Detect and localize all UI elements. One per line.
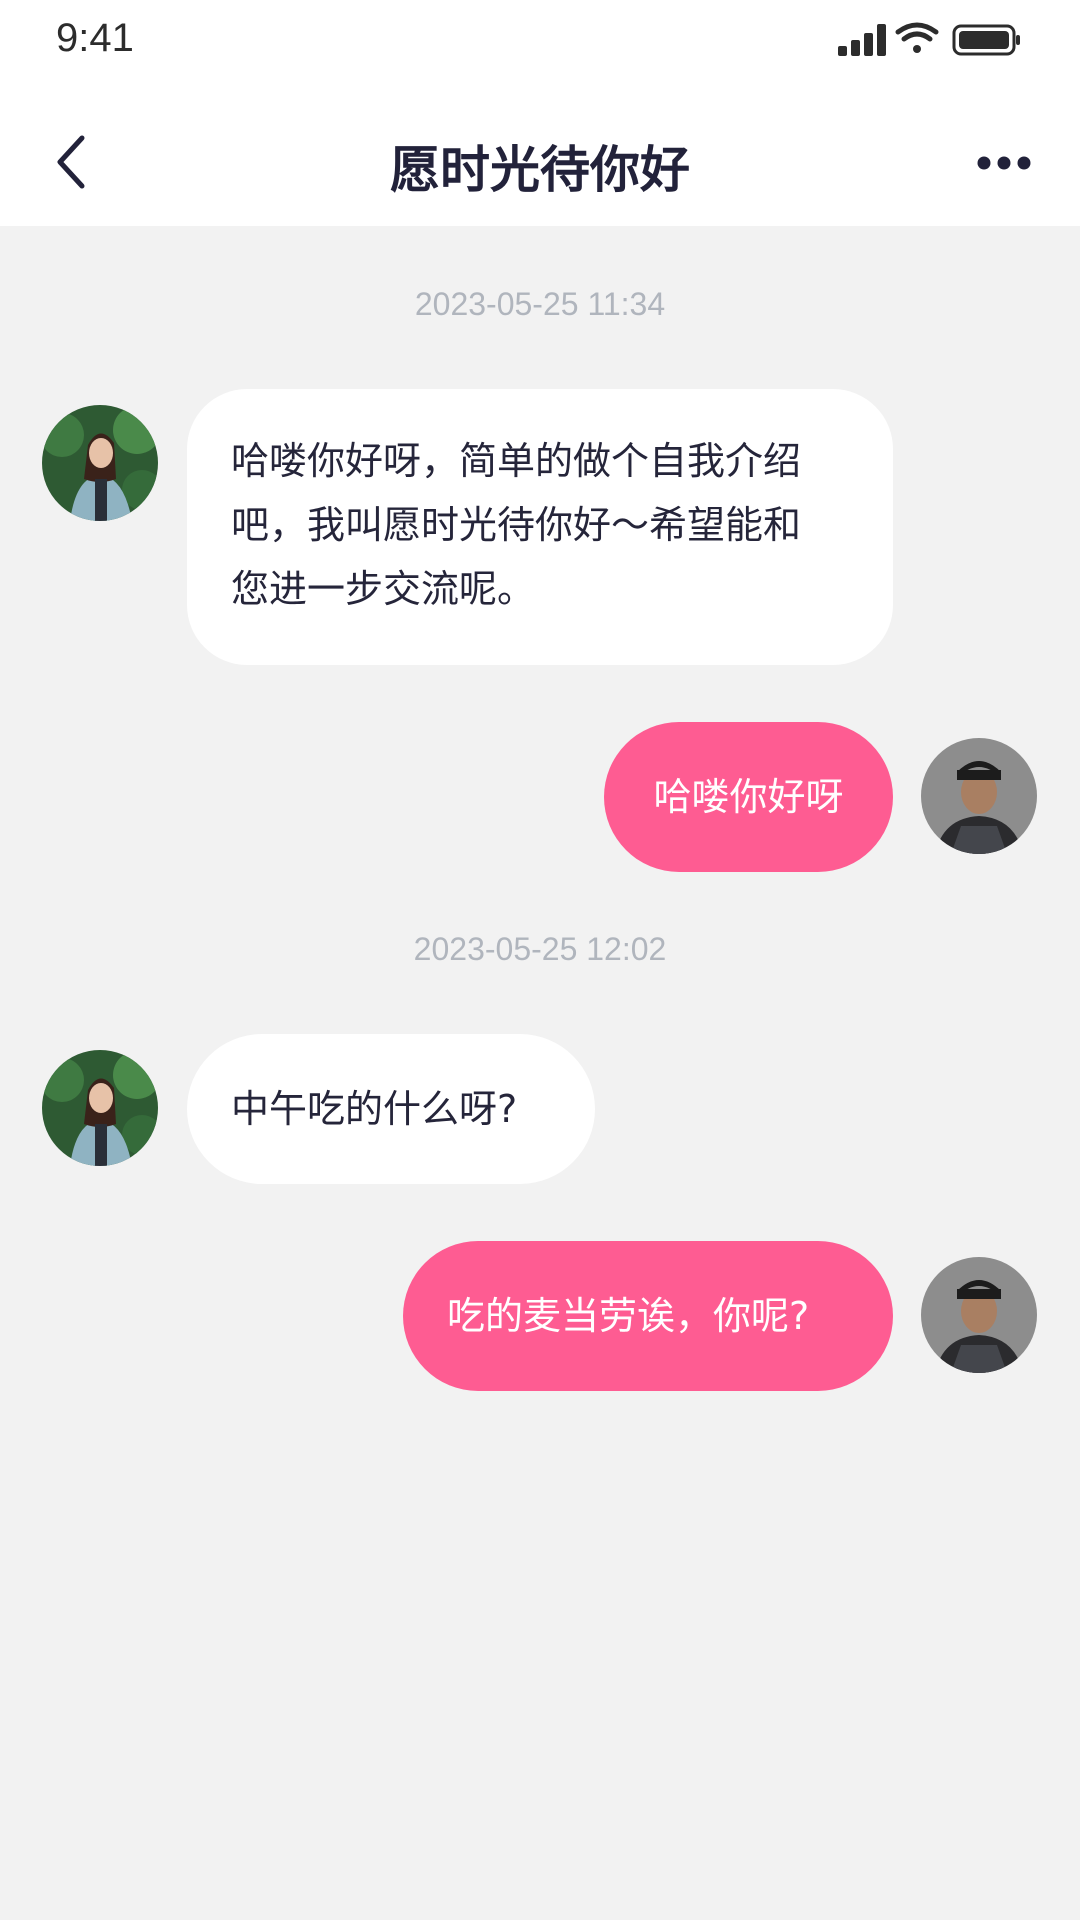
message-text: 吃的麦当劳诶，你呢? bbox=[447, 1294, 810, 1338]
message-text: 中午吃的什么呀? bbox=[231, 1087, 518, 1131]
message-line: 您进一步交流呢。 bbox=[231, 567, 536, 611]
status-bar: 9:41 bbox=[0, 0, 1080, 88]
message-text: 哈喽你好呀 bbox=[653, 775, 844, 819]
status-icons bbox=[824, 20, 1024, 60]
wifi-icon bbox=[895, 22, 939, 53]
more-dots-icon bbox=[977, 156, 1031, 170]
timestamp: 2023-05-25 11:34 bbox=[414, 286, 666, 322]
chat-screen: 9:41 愿时光待你好 2023-05-25 11:34 哈喽你好呀，简单的做个… bbox=[0, 0, 1080, 1920]
message-line: 吧，我叫愿时光待你好～希望能和 bbox=[231, 503, 802, 547]
status-time: 9:41 bbox=[56, 16, 134, 60]
battery-icon bbox=[952, 24, 1020, 56]
message-bubble-outgoing[interactable]: 吃的麦当劳诶，你呢? bbox=[403, 1241, 893, 1391]
message-bubble-incoming[interactable]: 哈喽你好呀，简单的做个自我介绍 吧，我叫愿时光待你好～希望能和 您进一步交流呢。 bbox=[187, 389, 893, 665]
page-title: 愿时光待你好 bbox=[390, 141, 690, 199]
message-bubble-incoming[interactable]: 中午吃的什么呀? bbox=[187, 1034, 595, 1184]
contact-avatar[interactable] bbox=[42, 405, 158, 521]
message-bubble-outgoing[interactable]: 哈喽你好呀 bbox=[604, 722, 893, 872]
contact-avatar[interactable] bbox=[42, 1050, 158, 1166]
message-line: 哈喽你好呀，简单的做个自我介绍 bbox=[231, 439, 802, 483]
nav-bar: 愿时光待你好 bbox=[0, 88, 1080, 226]
signal-icon bbox=[838, 24, 886, 56]
user-avatar[interactable] bbox=[921, 738, 1037, 854]
more-button[interactable] bbox=[976, 148, 1032, 178]
timestamp: 2023-05-25 12:02 bbox=[413, 931, 667, 967]
user-avatar[interactable] bbox=[921, 1257, 1037, 1373]
